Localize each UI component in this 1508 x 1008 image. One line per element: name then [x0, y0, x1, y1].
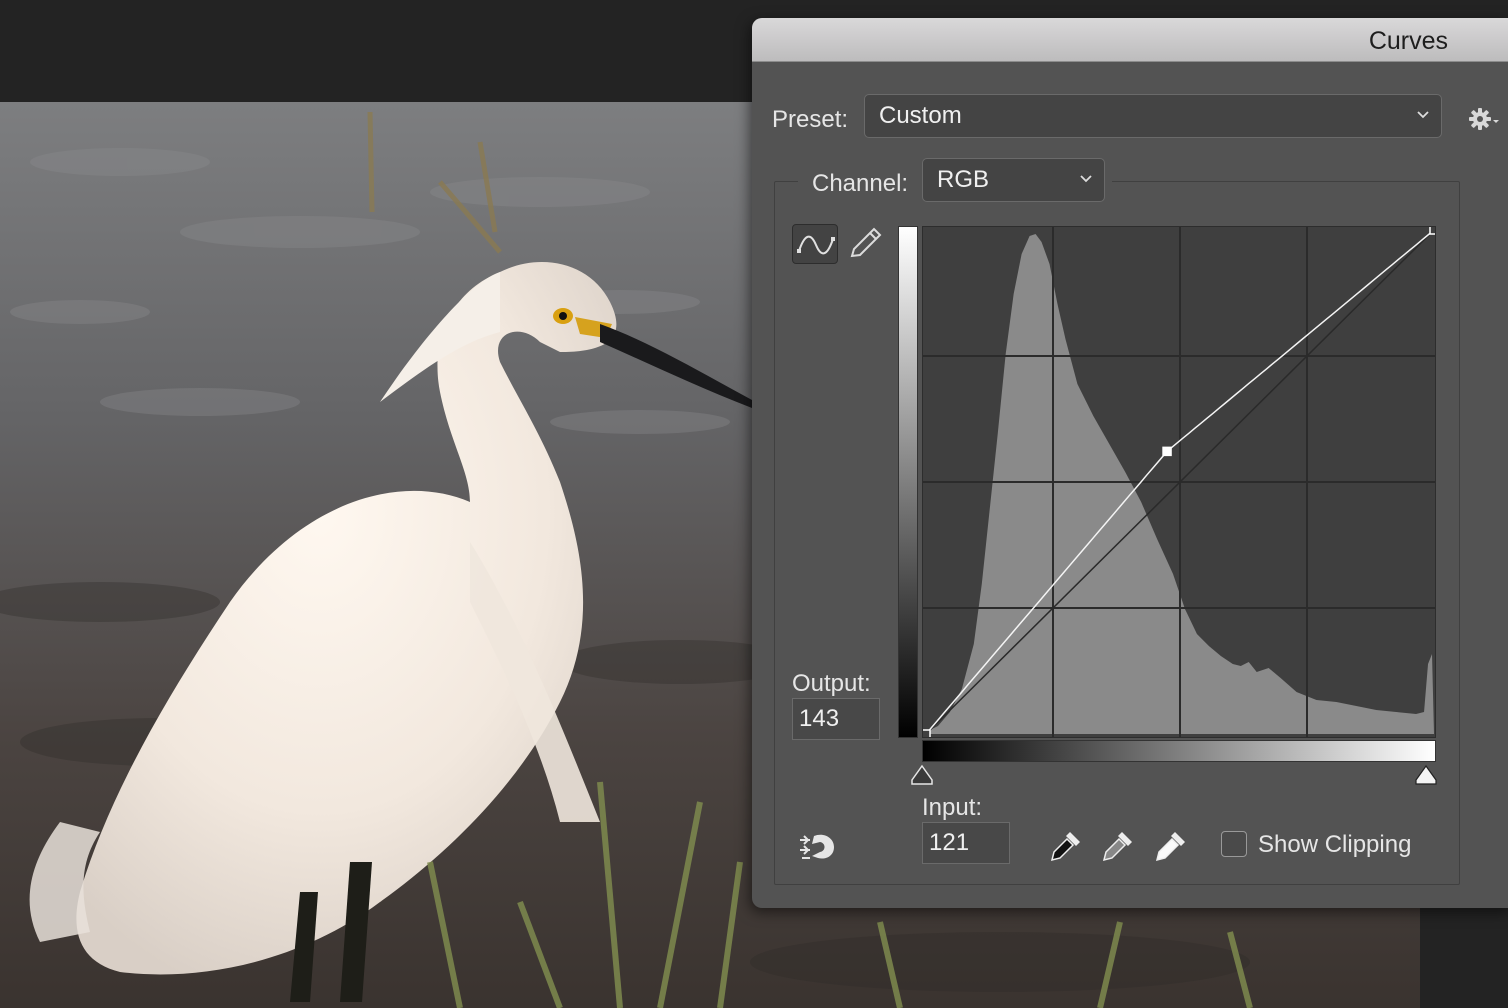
curve-tool-icon	[797, 235, 835, 255]
preset-dropdown[interactable]: Custom	[864, 94, 1442, 138]
preset-label: Preset:	[772, 106, 849, 133]
show-clipping-label[interactable]: Show Clipping	[1258, 831, 1411, 859]
channel-value: RGB	[937, 166, 990, 193]
black-point-eyedropper[interactable]	[1048, 828, 1084, 864]
eyedropper-black-icon	[1050, 832, 1080, 862]
show-clipping-checkbox[interactable]	[1221, 831, 1247, 857]
curve-point-tool-button[interactable]	[792, 224, 838, 264]
chevron-down-icon	[1080, 175, 1092, 183]
eyedropper-gray-icon	[1102, 832, 1132, 862]
app-canvas: Curves Preset: Custom Channel: RGB Outpu…	[0, 0, 1508, 1008]
pencil-tool-button[interactable]	[844, 224, 890, 264]
dialog-title: Curves	[1368, 27, 1448, 55]
input-gradient-bar	[922, 740, 1436, 762]
eyedropper-white-icon	[1155, 832, 1185, 862]
input-label: Input:	[922, 794, 983, 821]
title-bar[interactable]: Curves	[752, 18, 1508, 62]
white-point-eyedropper[interactable]	[1153, 828, 1189, 864]
gear-menu-button[interactable]	[1466, 104, 1502, 134]
black-point-slider-icon[interactable]	[910, 764, 934, 786]
pencil-icon	[850, 227, 882, 258]
white-point-slider-icon[interactable]	[1414, 764, 1438, 786]
preset-value: Custom	[879, 102, 962, 129]
output-gradient-bar	[898, 226, 918, 738]
curves-dialog: Curves Preset: Custom Channel: RGB Outpu…	[752, 18, 1508, 908]
on-image-adjust-tool-icon[interactable]	[798, 830, 838, 864]
channel-label: Channel:	[812, 170, 909, 197]
input-field[interactable]: 121	[922, 822, 1010, 864]
output-field[interactable]: 143	[792, 698, 880, 740]
channel-dropdown[interactable]: RGB	[922, 158, 1105, 202]
output-label: Output:	[792, 670, 871, 697]
gear-icon	[1469, 108, 1499, 130]
curve-control-point[interactable]	[922, 729, 931, 738]
gray-point-eyedropper[interactable]	[1100, 828, 1136, 864]
chevron-down-icon	[1417, 111, 1429, 119]
curve-control-point[interactable]	[1162, 446, 1172, 457]
curve-graph[interactable]	[922, 226, 1436, 738]
